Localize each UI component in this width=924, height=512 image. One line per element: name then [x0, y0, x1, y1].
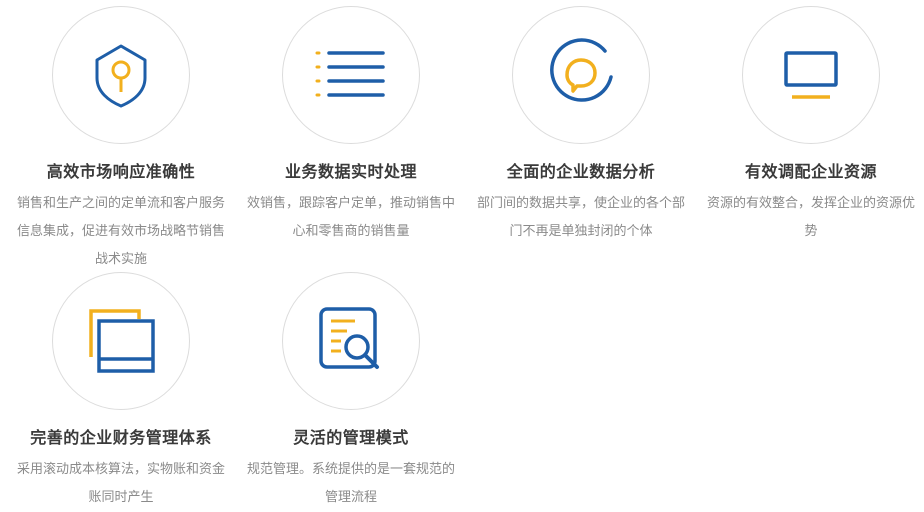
feature-card-realtime-processing: 业务数据实时处理 效销售，跟踪客户定单，推动销售中心和零售商的销售量	[236, 6, 466, 246]
shield-key-icon	[95, 44, 147, 108]
icon-circle	[282, 6, 420, 144]
feature-title: 完善的企业财务管理体系	[30, 428, 212, 447]
feature-title: 高效市场响应准确性	[46, 162, 196, 181]
feature-description: 资源的有效整合，发挥企业的资源优势	[706, 196, 915, 239]
monitor-icon	[784, 51, 838, 99]
icon-circle	[52, 272, 190, 410]
feature-card-flexible-management: 灵活的管理模式 规范管理。系统提供的是一套规范的管理流程	[236, 272, 466, 512]
feature-card-market-response: 高效市场响应准确性 销售和生产之间的定单流和客户服务信息集成，促进有效市场战略节…	[6, 6, 236, 274]
stacked-windows-icon	[89, 309, 155, 373]
feature-description: 规范管理。系统提供的是一套规范的管理流程	[246, 462, 455, 505]
feature-card-resource-allocation: 有效调配企业资源 资源的有效整合，发挥企业的资源优势	[696, 6, 924, 246]
feature-description: 销售和生产之间的定单流和客户服务信息集成，促进有效市场战略节销售战术实施	[16, 196, 225, 267]
feature-description: 采用滚动成本核算法，实物账和资金账同时产生	[16, 462, 225, 505]
feature-title: 业务数据实时处理	[284, 162, 417, 181]
feature-card-data-analysis: 全面的企业数据分析 部门间的数据共享，使企业的各个部门不再是单独封闭的个体	[466, 6, 696, 246]
feature-title: 全面的企业数据分析	[506, 162, 656, 181]
chat-bubble-icon	[550, 38, 613, 102]
icon-circle	[742, 6, 880, 144]
icon-circle	[282, 272, 420, 410]
feature-title: 灵活的管理模式	[293, 428, 409, 447]
list-icon	[315, 51, 385, 97]
feature-card-financial-management: 完善的企业财务管理体系 采用滚动成本核算法，实物账和资金账同时产生	[6, 272, 236, 512]
feature-description: 效销售，跟踪客户定单，推动销售中心和零售商的销售量	[246, 196, 455, 239]
feature-description: 部门间的数据共享，使企业的各个部门不再是单独封闭的个体	[476, 196, 685, 239]
icon-circle	[512, 6, 650, 144]
icon-circle	[52, 6, 190, 144]
feature-title: 有效调配企业资源	[744, 162, 877, 181]
document-search-icon	[319, 307, 379, 369]
